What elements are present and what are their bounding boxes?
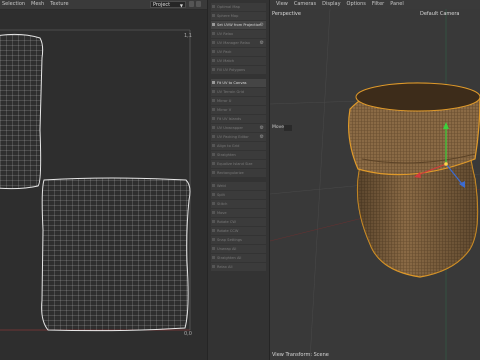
command-item[interactable]: UV Unwrapper ⚙ (211, 124, 266, 132)
command-item[interactable]: Sphere Map (211, 12, 266, 20)
command-label: Snap Settings (217, 238, 242, 242)
settings-icon[interactable] (196, 1, 201, 7)
command-label: Fit UV to Canvas (217, 81, 247, 85)
command-label: Relax All (217, 265, 233, 269)
menu-view[interactable]: View (276, 0, 288, 9)
command-label: Fit UV Islands (217, 117, 242, 121)
command-label: Set UVW from Projection (217, 23, 262, 27)
gear-icon[interactable]: ⚙ (260, 39, 264, 47)
menu-selection[interactable]: Selection (2, 0, 25, 9)
menu-cameras[interactable]: Cameras (294, 0, 316, 9)
menu-texture[interactable]: Texture (50, 0, 68, 9)
command-label: Align to Grid (217, 144, 240, 148)
move-field[interactable]: Move (272, 125, 294, 131)
command-item[interactable]: UV Pack (211, 48, 266, 56)
command-label: UV Unwrapper (217, 126, 244, 130)
uv-corner-label: 1,1 (184, 33, 192, 39)
command-item[interactable]: Fit UV to Canvas (211, 79, 266, 87)
menu-panel[interactable]: Panel (390, 0, 404, 9)
command-label: Straighten All (217, 256, 242, 260)
uv-mesh-view (0, 29, 191, 332)
command-item[interactable]: UV Packing Editor ⚙ (211, 133, 266, 141)
move-value-box[interactable] (284, 125, 292, 131)
view-name: Perspective (272, 11, 301, 17)
command-label: Move (217, 211, 227, 215)
command-item[interactable]: UV Manager Relax ⚙ (211, 39, 266, 47)
command-item[interactable]: Mirror V (211, 106, 266, 114)
command-label: Split (217, 193, 225, 197)
command-label: Optimal Map (217, 5, 240, 9)
command-item[interactable]: Unwrap All (211, 245, 266, 253)
viewport-scene (270, 9, 480, 360)
command-item[interactable]: Rotate CW (211, 218, 266, 226)
uv-commands-panel: Optimal Map Sphere Map Set UVW from Projec… (207, 0, 270, 360)
command-label: UV Pack (217, 50, 232, 54)
move-label: Move (272, 125, 285, 130)
lock-icon[interactable] (189, 1, 194, 7)
command-item[interactable]: Rectangularize (211, 169, 266, 177)
projection-dropdown[interactable]: Project ▼ (150, 1, 186, 8)
command-label: Mirror U (217, 99, 232, 103)
command-label: Weld (217, 184, 226, 188)
gear-icon[interactable]: ⚙ (260, 133, 264, 141)
command-label: UV Relax (217, 32, 234, 36)
gear-icon[interactable]: ⚙ (260, 21, 264, 29)
command-label: Stitch (217, 202, 228, 206)
command-item[interactable]: Fill UV Polygons (211, 66, 266, 74)
command-item[interactable]: Rotate CCW (211, 227, 266, 235)
command-item[interactable]: Stitch (211, 200, 266, 208)
command-item[interactable]: Optimal Map (211, 3, 266, 11)
command-label: UV Match (217, 59, 235, 63)
uv-island-bottom[interactable] (41, 177, 191, 332)
command-label: Rotate CW (217, 220, 236, 224)
command-item[interactable]: Move (211, 209, 266, 217)
command-item[interactable]: Snap Settings (211, 236, 266, 244)
command-item[interactable]: Weld (211, 182, 266, 190)
chevron-down-icon: ▼ (179, 3, 183, 8)
3d-viewport[interactable]: Perspective Default Camera Move View Tra… (270, 9, 480, 360)
command-item[interactable]: UV Terrain Grid (211, 88, 266, 96)
sack-opening (355, 82, 480, 112)
status-text: View Transform: Scene (272, 352, 329, 358)
menu-mesh[interactable]: Mesh (31, 0, 44, 9)
command-item[interactable]: Mirror U (211, 97, 266, 105)
command-label: Fill UV Polygons (217, 68, 246, 72)
menu-display[interactable]: Display (322, 0, 340, 9)
command-item[interactable]: Split (211, 191, 266, 199)
command-item[interactable]: Equalize Island Size (211, 160, 266, 168)
command-item[interactable]: Set UVW from Projection ⚙ (211, 21, 266, 29)
command-item[interactable]: Fit UV Islands (211, 115, 266, 123)
command-item[interactable]: Align to Grid (211, 142, 266, 150)
camera-label[interactable]: Default Camera (420, 11, 459, 17)
command-label: Sphere Map (217, 14, 239, 18)
command-label: Equalize Island Size (217, 162, 253, 166)
viewport-menubar: View Cameras Display Options Filter Pane… (270, 0, 480, 9)
command-item[interactable]: Relax All (211, 263, 266, 271)
command-label: UV Packing Editor (217, 135, 249, 139)
command-item[interactable]: UV Match (211, 57, 266, 65)
command-item[interactable]: Straighten (211, 151, 266, 159)
command-label: UV Manager Relax (217, 41, 250, 45)
uv-editor-canvas[interactable]: 1,1 0,0 (0, 10, 207, 360)
command-label: Unwrap All (217, 247, 237, 251)
menu-filter[interactable]: Filter (372, 0, 384, 9)
command-item[interactable]: Straighten All (211, 254, 266, 262)
uv-island-top[interactable] (0, 33, 44, 190)
command-label: Rotate CCW (217, 229, 239, 233)
command-label: Straighten (217, 153, 236, 157)
command-label: Rectangularize (217, 171, 244, 175)
projection-dropdown-value: Project (153, 2, 171, 8)
menu-options[interactable]: Options (347, 0, 366, 9)
uv-origin-label: 0,0 (184, 331, 192, 337)
command-label: Mirror V (217, 108, 232, 112)
command-item[interactable]: UV Relax (211, 30, 266, 38)
command-label: UV Terrain Grid (217, 90, 245, 94)
gear-icon[interactable]: ⚙ (260, 124, 264, 132)
